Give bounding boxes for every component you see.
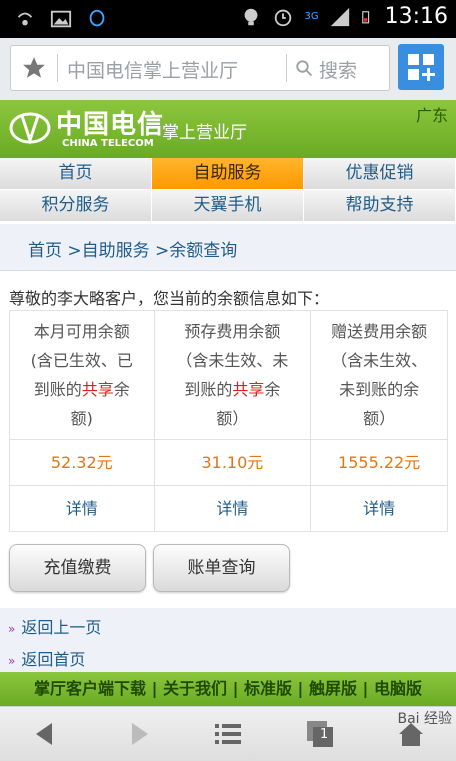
balance-value: 52.32元	[9, 439, 155, 486]
back-link-label[interactable]: 返回上一页	[21, 618, 101, 637]
header-line: (含已生效、已	[30, 351, 133, 370]
nav-item-promotions[interactable]: 优惠促销	[304, 158, 456, 189]
forward-arrow-icon[interactable]	[124, 719, 154, 749]
header-line: 额）	[216, 409, 249, 428]
balance-value: 1555.22元	[310, 439, 448, 486]
browser-bottom-toolbar: 1	[0, 706, 456, 761]
address-bar[interactable]: 中国电信掌上营业厅 搜索	[10, 45, 390, 91]
network-label: 3G	[304, 11, 319, 22]
detail-link[interactable]: 详情	[9, 485, 155, 532]
tabs-count: 1	[320, 727, 329, 742]
search-label[interactable]: 搜索	[319, 56, 357, 83]
arrow-icon: »	[8, 654, 16, 668]
header-line: 额)	[70, 409, 93, 428]
bookmark-star-icon[interactable]	[21, 55, 47, 81]
divider	[57, 54, 58, 82]
nav-item-help[interactable]: 帮助支持	[304, 190, 456, 221]
alarm-icon	[275, 9, 292, 26]
balance-col-header: 本月可用余额 (含已生效、已 到账的共享余 额)	[9, 310, 155, 440]
nav-item-phones[interactable]: 天翼手机	[152, 190, 304, 221]
breadcrumb: 首页 >自助服务 >余额查询	[0, 224, 456, 271]
recharge-button[interactable]: 充值缴费	[9, 544, 146, 592]
table-header-row: 本月可用余额 (含已生效、已 到账的共享余 额) 预存费用余额 （含未生效、未 …	[9, 310, 448, 440]
site-header: 中国电信 CHINA TELECOM 掌上营业厅 广东	[0, 100, 456, 158]
share-highlight: 共享	[81, 380, 114, 399]
apps-grid-button[interactable]	[398, 44, 444, 90]
gallery-icon	[50, 10, 72, 28]
detail-link[interactable]: 详情	[153, 485, 312, 532]
brand-name-en: CHINA TELECOM	[62, 138, 154, 149]
nav-links: » 返回上一页 » 返回首页	[0, 608, 456, 672]
share-highlight: 共享	[232, 380, 265, 399]
clock: 13:16	[384, 4, 448, 29]
divider	[286, 54, 287, 82]
balance-col-header: 赠送费用余额 （含未生效、 未到账的余 额）	[310, 310, 448, 440]
battery-icon	[361, 10, 369, 23]
grid-plus-icon	[408, 54, 435, 81]
home-link-label[interactable]: 返回首页	[21, 650, 85, 669]
nav-row: 首页 自助服务 优惠促销	[0, 158, 456, 190]
footer-links[interactable]: 掌厅客户端下载 | 关于我们 | 标准版 | 触屏版 | 电脑版	[0, 672, 456, 706]
status-bar: 3G 13:16	[0, 0, 456, 38]
table-detail-row: 详情 详情 详情	[9, 485, 448, 532]
bill-query-button[interactable]: 账单查询	[153, 544, 290, 592]
header-line: 额）	[363, 409, 396, 428]
header-line: 到账的	[184, 380, 233, 399]
bulb-icon	[245, 8, 258, 25]
table-value-row: 52.32元 31.10元 1555.22元	[9, 439, 448, 486]
header-line: 未到账的余	[339, 380, 420, 399]
qq-icon	[89, 9, 105, 27]
breadcrumb-text[interactable]: 首页 >自助服务 >余额查询	[28, 236, 237, 261]
header-line: （含未生效、未	[176, 351, 289, 370]
balance-col-header: 预存费用余额 （含未生效、未 到账的共享余 额）	[153, 310, 312, 440]
nav-item-home[interactable]: 首页	[0, 158, 152, 189]
site-subtitle: 掌上营业厅	[162, 123, 247, 143]
header-line: 余	[113, 380, 130, 399]
balance-table: 本月可用余额 (含已生效、已 到账的共享余 额) 预存费用余额 （含未生效、未 …	[9, 310, 448, 532]
back-link[interactable]: » 返回上一页	[8, 614, 101, 638]
header-line: 赠送费用余额	[331, 322, 428, 341]
arrow-icon: »	[8, 622, 16, 636]
signal-icon	[330, 7, 349, 26]
detail-link[interactable]: 详情	[310, 485, 448, 532]
back-arrow-icon[interactable]	[30, 719, 60, 749]
balance-value: 31.10元	[153, 439, 312, 486]
brand-name: 中国电信	[56, 110, 165, 140]
china-telecom-logo-icon	[9, 112, 51, 145]
header-line: 到账的	[33, 380, 82, 399]
main-nav: 首页 自助服务 优惠促销 积分服务 天翼手机 帮助支持	[0, 158, 456, 222]
nav-row: 积分服务 天翼手机 帮助支持	[0, 190, 456, 222]
watermark: Bai 经验	[397, 711, 452, 727]
header-line: 余	[264, 380, 281, 399]
wifi-hotspot-icon	[17, 12, 33, 26]
search-icon[interactable]	[295, 59, 313, 77]
header-line: （含未生效、	[331, 351, 428, 370]
greeting-text: 尊敬的李大略客户，您当前的余额信息如下：	[9, 289, 330, 308]
browser-toolbar: 中国电信掌上营业厅 搜索	[0, 38, 456, 101]
header-line: 本月可用余额	[33, 322, 130, 341]
nav-item-self-service[interactable]: 自助服务	[152, 158, 304, 189]
menu-icon[interactable]	[213, 719, 243, 749]
home-link[interactable]: » 返回首页	[8, 646, 85, 670]
url-text[interactable]: 中国电信掌上营业厅	[67, 56, 238, 83]
nav-item-points[interactable]: 积分服务	[0, 190, 152, 221]
region-selector[interactable]: 广东	[416, 102, 448, 126]
header-line: 预存费用余额	[184, 322, 281, 341]
tabs-button[interactable]: 1	[305, 719, 335, 749]
